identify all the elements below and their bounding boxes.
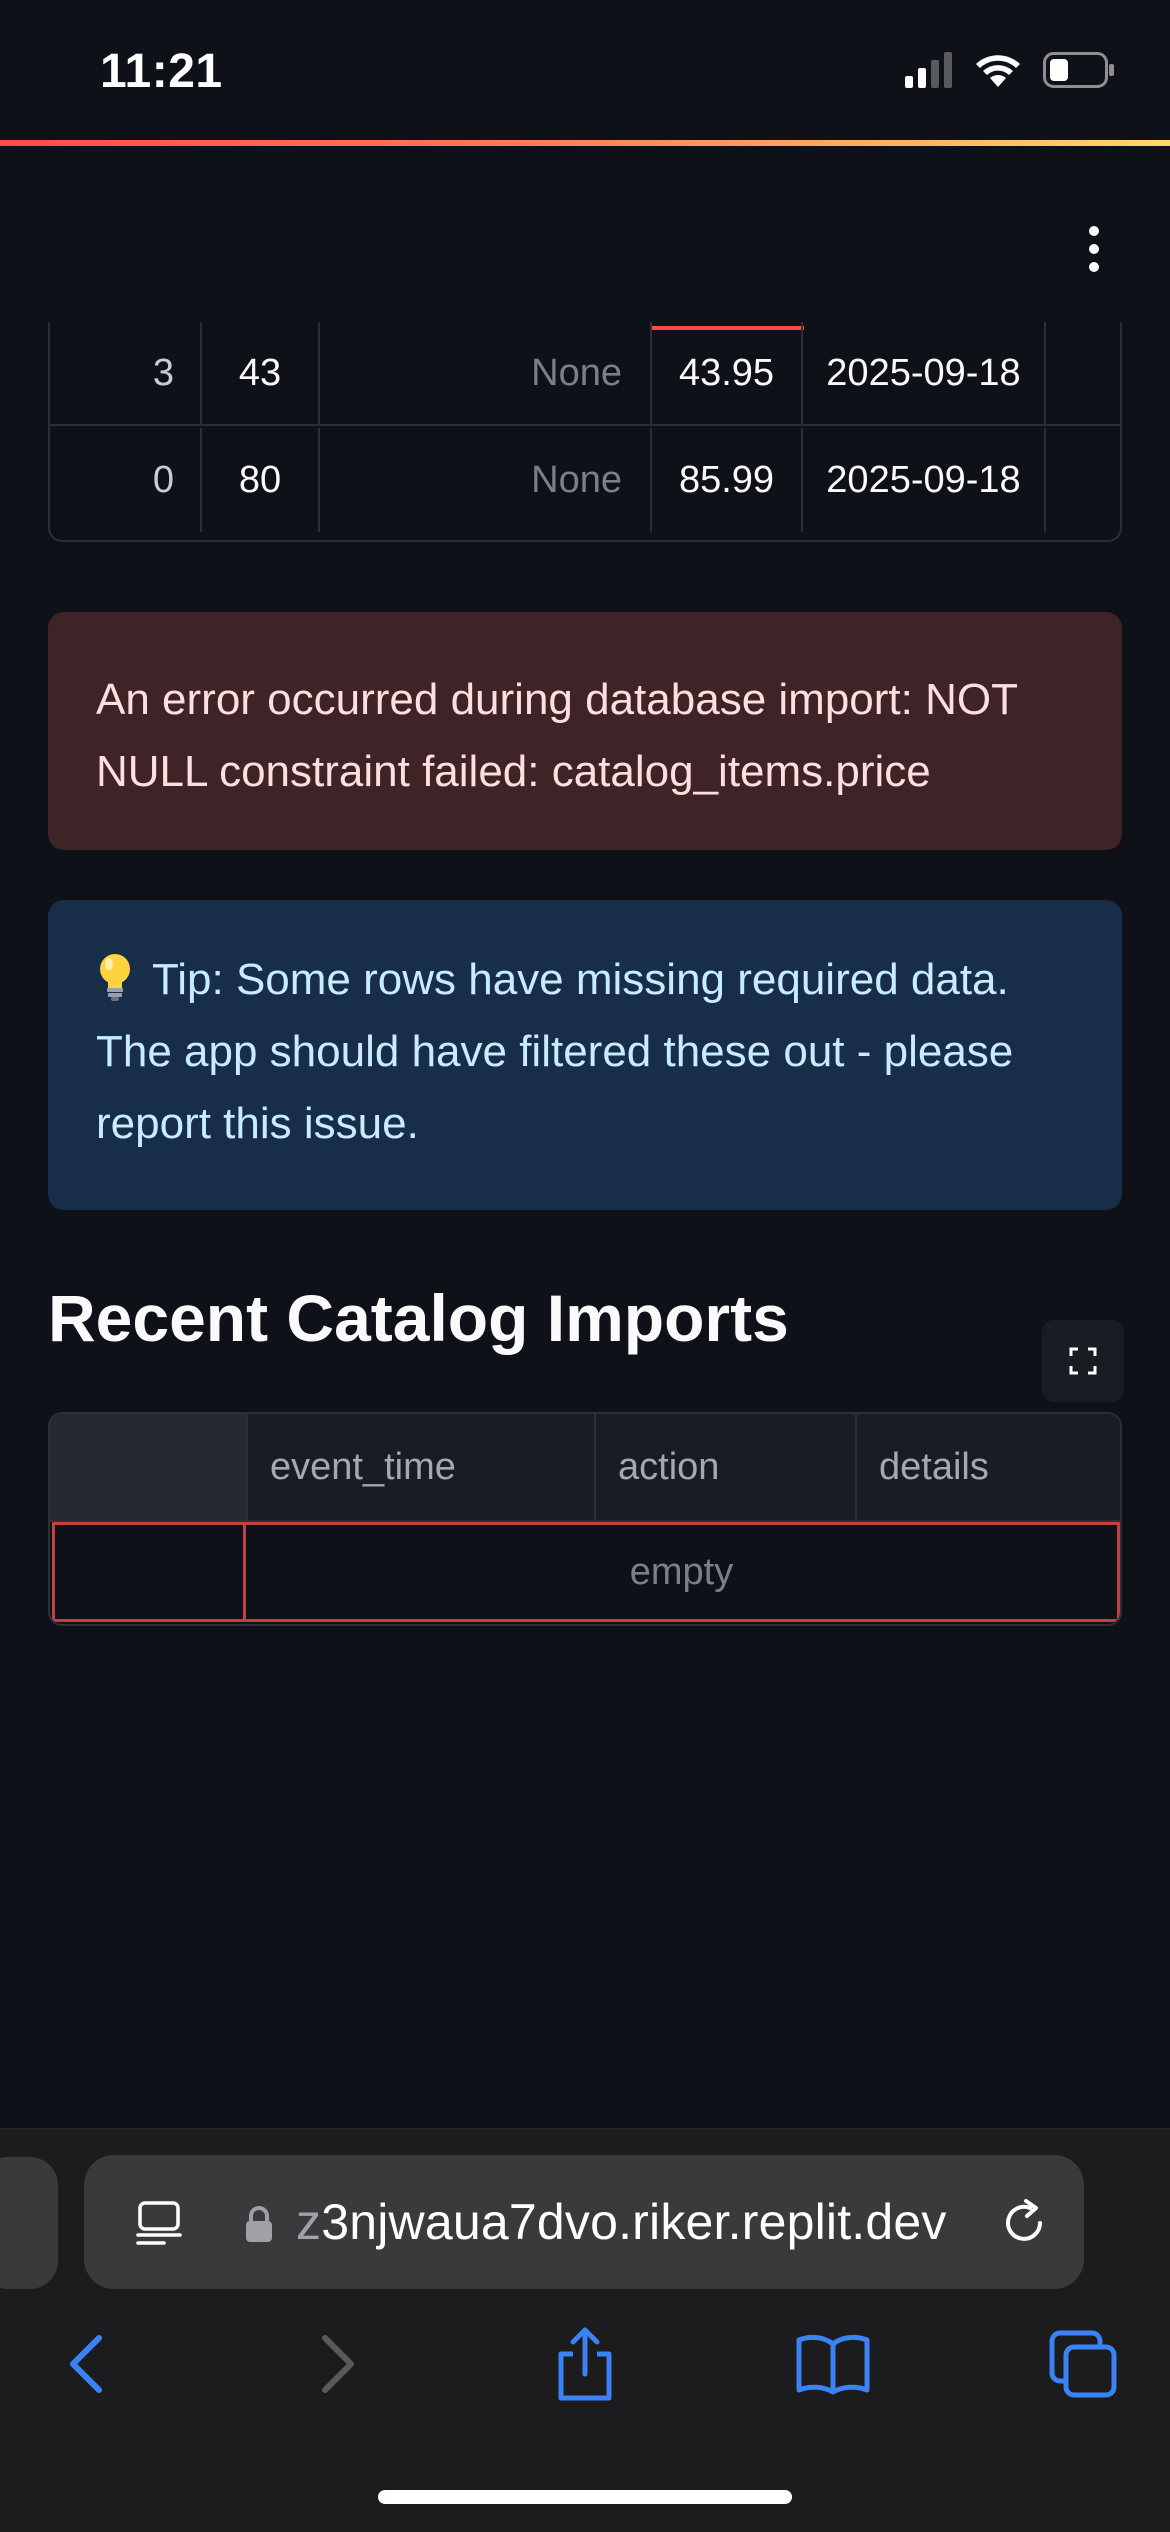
table-cell[interactable]: 80: [202, 428, 320, 532]
reader-icon[interactable]: [134, 2197, 184, 2247]
empty-placeholder: empty: [246, 1522, 1120, 1622]
price-cell[interactable]: 43.95: [652, 322, 803, 424]
tabs-button[interactable]: [1038, 2319, 1128, 2409]
error-alert: An error occurred during database import…: [48, 612, 1122, 850]
share-icon: [558, 2327, 612, 2401]
info-message: Tip: Some rows have missing required dat…: [96, 944, 1074, 1160]
status-icons: [905, 52, 1115, 88]
table-cell[interactable]: None: [320, 428, 652, 532]
table-cell[interactable]: [1046, 428, 1120, 532]
share-button[interactable]: [540, 2319, 630, 2409]
table-cell[interactable]: None: [320, 322, 652, 424]
url-text[interactable]: z3njwaua7dvo.riker.replit.dev: [296, 2193, 947, 2251]
status-time: 11:21: [100, 45, 223, 98]
forward-icon: [322, 2335, 354, 2393]
table-header: event_time action details: [50, 1414, 1120, 1522]
column-header-event-time[interactable]: event_time: [248, 1414, 596, 1520]
section-title: Recent Catalog Imports: [48, 1281, 789, 1355]
back-icon: [70, 2335, 102, 2393]
previous-tab-peek[interactable]: [0, 2157, 58, 2289]
column-header-details[interactable]: details: [857, 1414, 1120, 1520]
status-bar: 11:21: [0, 0, 1170, 140]
recent-imports-table[interactable]: event_time action details empty: [48, 1412, 1122, 1626]
fullscreen-icon: [1069, 1347, 1097, 1375]
table-row[interactable]: 0 80 None 85.99 2025-09-18: [50, 428, 1120, 532]
table-cell[interactable]: [1046, 322, 1120, 424]
home-indicator: [378, 2490, 792, 2504]
error-message: An error occurred during database import…: [96, 675, 1018, 796]
browser-nav-row: [0, 2319, 1170, 2429]
lightbulb-icon: [100, 954, 130, 1001]
table-body: empty: [50, 1522, 1120, 1624]
row-index-cell: 0: [50, 428, 202, 532]
tabs-icon: [1049, 2330, 1117, 2398]
bookmarks-button[interactable]: [788, 2319, 878, 2409]
date-cell[interactable]: 2025-09-18: [803, 428, 1046, 532]
info-alert: Tip: Some rows have missing required dat…: [48, 900, 1122, 1210]
bookmarks-icon: [796, 2334, 870, 2395]
date-cell[interactable]: 2025-09-18: [803, 322, 1046, 424]
column-header-action[interactable]: action: [596, 1414, 857, 1520]
empty-index-cell[interactable]: [52, 1522, 246, 1622]
table-row[interactable]: 3 43 None 43.95 2025-09-18: [50, 322, 1120, 426]
back-button[interactable]: [42, 2319, 132, 2409]
browser-toolbar: z3njwaua7dvo.riker.replit.dev: [0, 2128, 1170, 2532]
cellular-signal-icon: [905, 52, 952, 88]
url-prefix: z: [296, 2194, 322, 2250]
price-cell[interactable]: 85.99: [652, 428, 803, 532]
app-decoration-bar: [0, 140, 1170, 146]
battery-icon: [1043, 52, 1114, 88]
address-bar[interactable]: z3njwaua7dvo.riker.replit.dev: [84, 2155, 1084, 2289]
url-domain: 3njwaua7dvo.riker.replit.dev: [321, 2194, 947, 2250]
forward-button[interactable]: [292, 2319, 382, 2409]
kebab-menu-icon[interactable]: [1084, 226, 1104, 272]
catalog-preview-table[interactable]: 3 43 None 43.95 2025-09-18 0 80 None 85.…: [48, 322, 1122, 542]
info-message-text: Tip: Some rows have missing required dat…: [96, 955, 1014, 1148]
row-index-cell: 3: [50, 322, 202, 424]
lock-icon: [246, 2206, 272, 2242]
reload-icon[interactable]: [996, 2195, 1052, 2251]
table-cell[interactable]: 43: [202, 322, 320, 424]
index-header: [50, 1414, 248, 1520]
fullscreen-button[interactable]: [1042, 1320, 1124, 1402]
wifi-icon: [976, 55, 1020, 87]
